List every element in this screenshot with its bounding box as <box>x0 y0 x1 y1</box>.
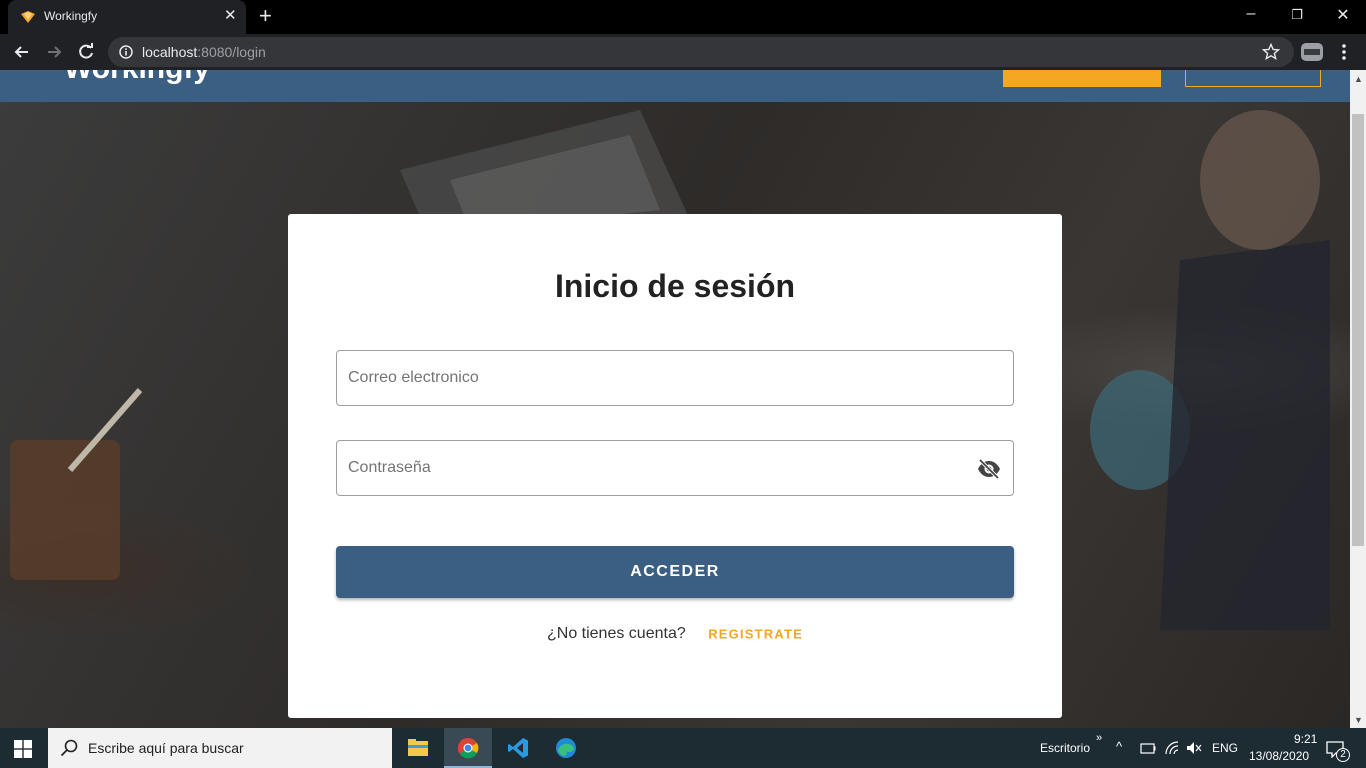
clock-time[interactable]: 9:21 <box>1294 732 1317 746</box>
desktop-label[interactable]: Escritorio <box>1040 741 1090 755</box>
email-input[interactable] <box>348 351 968 405</box>
scroll-down-icon[interactable]: ▼ <box>1354 715 1363 725</box>
vscode-icon <box>508 738 528 758</box>
browser-tab[interactable]: Workingfy ✕ <box>8 0 246 34</box>
star-icon[interactable] <box>1262 43 1280 61</box>
minimize-icon[interactable]: – <box>1236 5 1266 23</box>
profile-icon[interactable] <box>1300 41 1324 63</box>
taskbar-file-explorer[interactable] <box>394 728 442 768</box>
browser-toolbar: localhost:8080/login <box>0 34 1366 70</box>
taskbar-vscode[interactable] <box>494 728 542 768</box>
brand-logo[interactable]: Workingfy <box>64 70 210 86</box>
toolbar-expand-icon[interactable]: » <box>1096 732 1102 744</box>
menu-icon[interactable] <box>1336 43 1352 61</box>
register-link[interactable]: REGISTRATE <box>708 627 803 642</box>
password-input[interactable] <box>348 441 968 495</box>
taskbar-chrome[interactable] <box>444 728 492 768</box>
header-outline-button[interactable] <box>1185 70 1321 87</box>
windows-taskbar: Escribe aquí para buscar Escritorio » ^ <box>0 728 1366 768</box>
scroll-up-icon[interactable]: ▲ <box>1354 74 1363 84</box>
scroll-thumb[interactable] <box>1352 114 1364 546</box>
forward-icon[interactable] <box>44 42 64 62</box>
site-header: Workingfy <box>0 70 1350 102</box>
address-bar[interactable]: localhost:8080/login <box>108 37 1294 67</box>
language-indicator[interactable]: ENG <box>1212 741 1238 755</box>
close-window-icon[interactable]: ✕ <box>1328 5 1358 25</box>
page-viewport: Workingfy Inicio de sesión ACCEDER ¿No t… <box>0 70 1350 728</box>
login-card: Inicio de sesión ACCEDER ¿No tienes cuen… <box>288 214 1062 718</box>
battery-icon[interactable] <box>1140 740 1156 756</box>
no-account-text: ¿No tienes cuenta? <box>546 625 686 642</box>
page-title: Inicio de sesión <box>554 268 796 304</box>
header-primary-button[interactable] <box>1003 70 1161 87</box>
search-placeholder: Escribe aquí para buscar <box>88 740 244 756</box>
close-tab-icon[interactable]: ✕ <box>224 8 237 24</box>
plus-icon[interactable]: + <box>259 5 272 27</box>
windows-icon[interactable] <box>14 740 32 758</box>
taskbar-search[interactable]: Escribe aquí para buscar <box>48 728 392 768</box>
wifi-icon[interactable] <box>1164 740 1180 756</box>
restore-icon[interactable]: ❐ <box>1282 7 1312 23</box>
url-text: localhost:8080/login <box>142 44 266 60</box>
volume-muted-icon[interactable] <box>1186 740 1202 756</box>
taskbar-edge[interactable] <box>542 728 590 768</box>
password-field[interactable] <box>336 440 1014 496</box>
workingfy-favicon <box>21 11 35 23</box>
chevron-up-icon[interactable]: ^ <box>1116 739 1122 754</box>
clock-date[interactable]: 13/08/2020 <box>1249 749 1309 763</box>
reload-icon[interactable] <box>76 42 96 62</box>
edge-icon <box>556 738 576 758</box>
signup-row: ¿No tienes cuenta? REGISTRATE <box>288 625 1062 643</box>
page-scrollbar[interactable]: ▲ ▼ <box>1350 70 1366 728</box>
browser-tab-bar: Workingfy ✕ + – ❐ ✕ <box>0 0 1366 34</box>
visibility-off-icon[interactable] <box>977 458 1001 480</box>
login-button[interactable]: ACCEDER <box>336 546 1014 598</box>
notifications-badge: 2 <box>1336 748 1350 762</box>
tab-title: Workingfy <box>44 9 98 23</box>
back-icon[interactable] <box>12 42 32 62</box>
search-icon <box>60 739 78 757</box>
email-field[interactable] <box>336 350 1014 406</box>
chrome-icon <box>457 737 479 759</box>
info-icon[interactable] <box>119 45 133 59</box>
file-explorer-icon <box>408 739 428 756</box>
